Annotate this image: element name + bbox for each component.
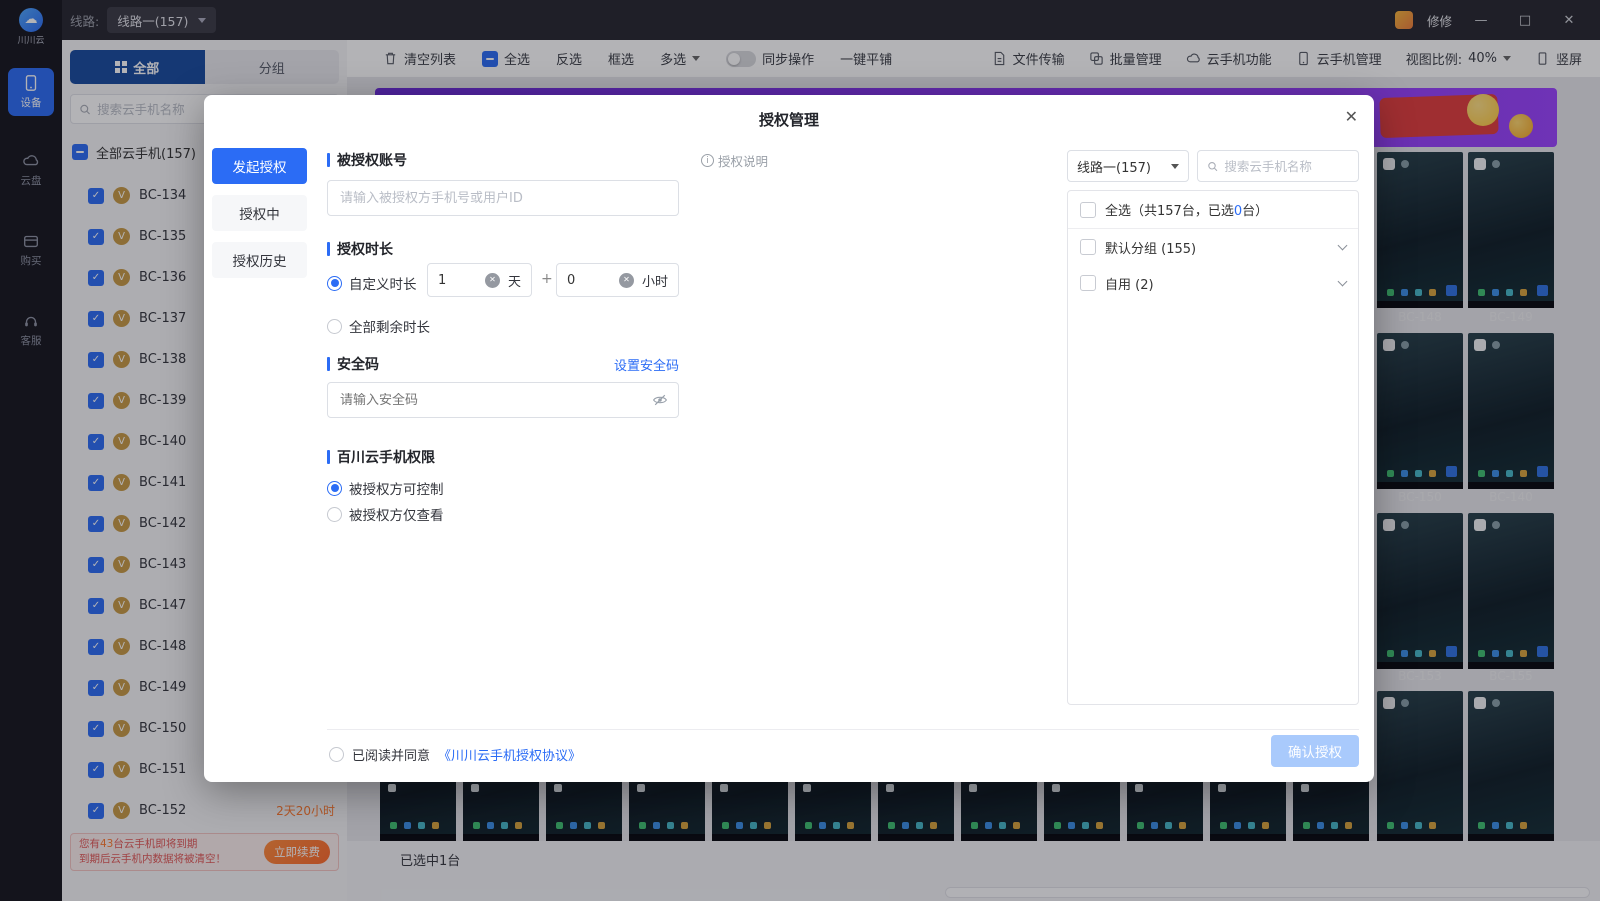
dialog-title: 授权管理 xyxy=(204,109,1374,130)
set-security-code-link[interactable]: 设置安全码 xyxy=(579,355,679,374)
selector-group-list: 全选（共157台，已选0台） 默认分组 (155) 自用 (2) xyxy=(1067,190,1359,705)
hours-input-box: 小时 xyxy=(556,263,679,297)
radio-selected-icon[interactable] xyxy=(327,481,342,496)
all-remaining-radio[interactable]: 全部剩余时长 xyxy=(327,316,430,336)
security-code-box xyxy=(327,382,679,418)
security-code-input[interactable] xyxy=(340,393,644,408)
plus-separator: + xyxy=(541,271,553,287)
perm-control-radio[interactable]: 被授权方可控制 xyxy=(327,478,444,498)
chevron-down-icon[interactable] xyxy=(1338,240,1348,250)
hours-unit: 小时 xyxy=(642,271,668,290)
agreement-checkbox[interactable] xyxy=(329,747,344,762)
radio-unselected-icon[interactable] xyxy=(327,507,342,522)
hours-input[interactable] xyxy=(567,273,619,288)
checkbox-unchecked[interactable] xyxy=(1080,239,1096,255)
footer-divider xyxy=(327,729,1359,730)
authorization-dialog: 授权管理 ✕ 发起授权 授权中 授权历史 被授权账号 i授权说明 授权时长 自定… xyxy=(204,95,1374,782)
group-row-default[interactable]: 默认分组 (155) xyxy=(1068,229,1358,265)
custom-duration-radio[interactable]: 自定义时长 xyxy=(327,273,417,293)
app-window: 线路: 线路一(157) 修修 — □ ✕ ☁ 川川云 设备 云盘 购买 xyxy=(0,0,1600,901)
search-icon xyxy=(1207,160,1218,173)
group-row-personal[interactable]: 自用 (2) xyxy=(1068,265,1358,301)
section-security-code: 安全码 xyxy=(327,354,379,374)
eye-off-icon[interactable] xyxy=(652,392,668,408)
authorized-account-input[interactable] xyxy=(327,180,679,216)
checkbox-unchecked[interactable] xyxy=(1080,275,1096,291)
days-input-box: 天 xyxy=(427,263,532,297)
selected-count: 0 xyxy=(1234,204,1242,219)
perm-view-radio[interactable]: 被授权方仅查看 xyxy=(327,504,444,524)
chevron-down-icon xyxy=(1171,164,1179,169)
tab-initiate-authorization[interactable]: 发起授权 xyxy=(212,148,307,184)
tab-authorizing[interactable]: 授权中 xyxy=(212,195,307,231)
days-unit: 天 xyxy=(508,271,521,290)
confirm-authorization-button[interactable]: 确认授权 xyxy=(1271,735,1359,767)
days-input[interactable] xyxy=(438,273,485,288)
selector-select-all-row[interactable]: 全选（共157台，已选0台） xyxy=(1068,191,1358,229)
radio-unselected-icon[interactable] xyxy=(327,319,342,334)
checkbox-unchecked[interactable] xyxy=(1080,202,1096,218)
dialog-nav: 发起授权 授权中 授权历史 xyxy=(212,148,307,278)
close-icon[interactable]: ✕ xyxy=(1345,107,1358,126)
authorization-help-link[interactable]: i授权说明 xyxy=(701,151,768,170)
chevron-down-icon[interactable] xyxy=(1338,276,1348,286)
section-account: 被授权账号 xyxy=(327,150,407,170)
tab-authorization-history[interactable]: 授权历史 xyxy=(212,242,307,278)
selector-search-input[interactable] xyxy=(1224,159,1349,174)
agreement-row[interactable]: 已阅读并同意 《川川云手机授权协议》 xyxy=(329,745,581,764)
section-duration: 授权时长 xyxy=(327,239,393,259)
section-permissions: 百川云手机权限 xyxy=(327,447,435,467)
radio-selected-icon[interactable] xyxy=(327,276,342,291)
clear-icon[interactable] xyxy=(619,273,634,288)
clear-icon[interactable] xyxy=(485,273,500,288)
info-icon: i xyxy=(701,154,714,167)
line-select[interactable]: 线路一(157) xyxy=(1067,150,1189,182)
selector-search[interactable] xyxy=(1197,150,1359,182)
agreement-link[interactable]: 《川川云手机授权协议》 xyxy=(438,745,581,764)
